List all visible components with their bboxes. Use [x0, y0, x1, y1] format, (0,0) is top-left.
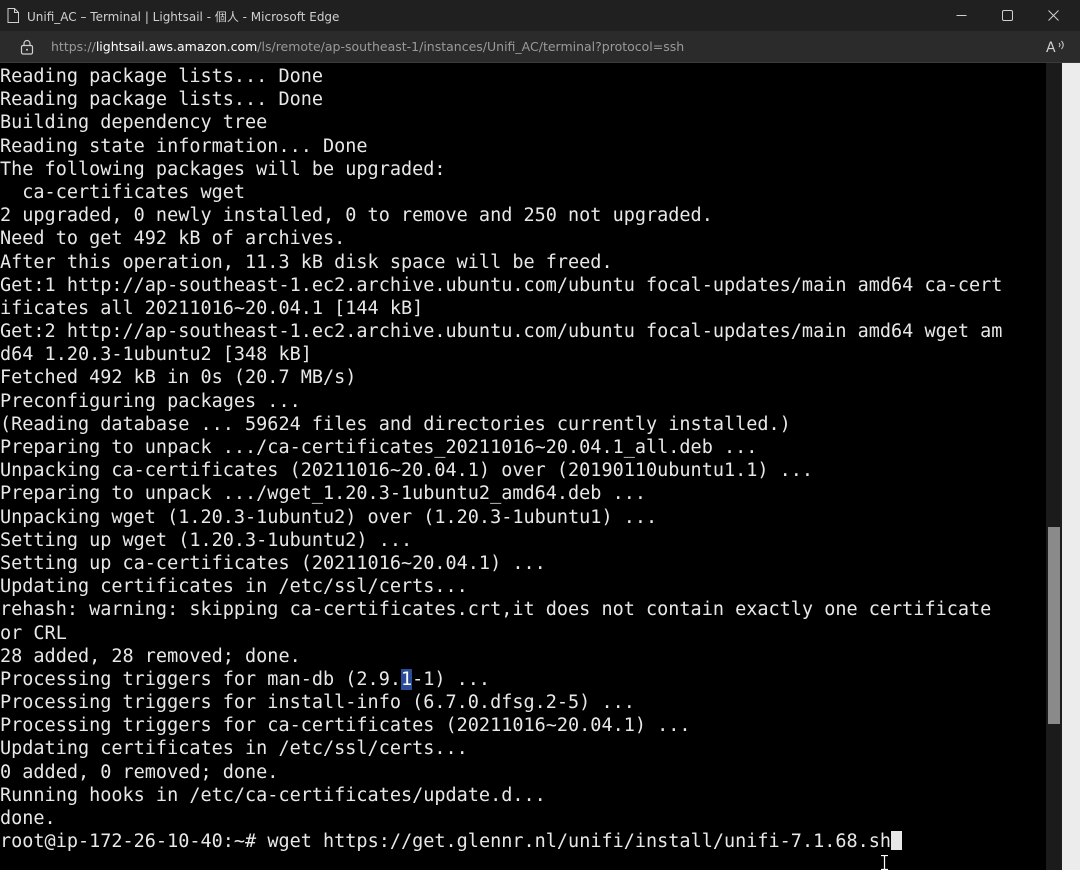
- terminal-line: Building dependency tree: [0, 112, 268, 134]
- terminal-line: Fetched 492 kB in 0s (20.7 MB/s): [0, 367, 357, 389]
- maximize-icon: [1001, 10, 1013, 21]
- terminal-line: After this operation, 11.3 kB disk space…: [0, 251, 613, 273]
- terminal-line: Get:2 http://ap-southeast-1.ec2.archive.…: [0, 321, 1003, 343]
- url-text[interactable]: https://lightsail.aws.amazon.com/ls/remo…: [51, 39, 684, 54]
- terminal-line: 0 added, 0 removed; done.: [0, 761, 279, 783]
- terminal-line: ificates all 20211016~20.04.1 [144 kB]: [0, 297, 424, 319]
- lock-icon[interactable]: [20, 39, 34, 55]
- terminal-line: d64 1.20.3-1ubuntu2 [348 kB]: [0, 344, 312, 366]
- terminal-line: Running hooks in /etc/ca-certificates/up…: [0, 784, 546, 806]
- url-host: lightsail.aws.amazon.com: [95, 39, 258, 54]
- terminal-line: Processing triggers for ca-certificates …: [0, 715, 691, 737]
- window-right-edge: [1062, 63, 1080, 870]
- minimize-button[interactable]: [938, 0, 984, 31]
- terminal-line: Processing triggers for install-info (6.…: [0, 692, 635, 714]
- terminal-viewport[interactable]: Reading package lists... Done Reading pac…: [0, 63, 1046, 870]
- url-path: /ls/remote/ap-southeast-1/instances/Unif…: [257, 39, 685, 54]
- close-button[interactable]: [1030, 0, 1076, 31]
- svg-text:A: A: [1046, 40, 1056, 56]
- terminal-line: Need to get 492 kB of archives.: [0, 228, 346, 250]
- terminal-text: -1) ...: [412, 668, 491, 690]
- terminal-text: Processing triggers for man-db (2.9.: [0, 668, 401, 690]
- terminal-line: 2 upgraded, 0 newly installed, 0 to remo…: [0, 205, 713, 227]
- terminal-line: Unpacking ca-certificates (20211016~20.0…: [0, 460, 814, 482]
- title-bar[interactable]: Unifi_AC – Terminal | Lightsail - 個人 - M…: [0, 0, 1080, 31]
- terminal-line: done.: [0, 808, 56, 829]
- terminal-line: Setting up wget (1.20.3-1ubuntu2) ...: [0, 529, 413, 551]
- terminal-line: Reading package lists... Done: [0, 66, 324, 87]
- terminal-scrollbar[interactable]: [1046, 63, 1062, 870]
- url-scheme: https://: [51, 39, 96, 54]
- terminal-line: 28 added, 28 removed; done.: [0, 645, 301, 667]
- browser-window: Unifi_AC – Terminal | Lightsail - 個人 - M…: [0, 0, 1080, 870]
- close-icon: [1047, 10, 1059, 21]
- ibeam-cursor-icon: [881, 855, 888, 870]
- terminal-output: Reading package lists... Done Reading pac…: [0, 65, 1002, 853]
- terminal-line: rehash: warning: skipping ca-certificate…: [0, 599, 992, 621]
- text-cursor: [891, 831, 903, 851]
- terminal-line: The following packages will be upgraded:: [0, 158, 446, 180]
- scrollbar-thumb[interactable]: [1048, 527, 1060, 724]
- read-aloud-icon[interactable]: A: [1046, 38, 1066, 56]
- terminal-line: Preconfiguring packages ...: [0, 390, 301, 412]
- shell-prompt: root@ip-172-26-10-40:~#: [0, 831, 257, 853]
- minimize-icon: [956, 15, 966, 16]
- terminal-line: or CRL: [0, 622, 67, 644]
- terminal-line: Processing triggers for man-db (2.9.1-1)…: [0, 668, 1002, 691]
- terminal-line: Reading state information... Done: [0, 135, 368, 157]
- terminal-line: Unpacking wget (1.20.3-1ubuntu2) over (1…: [0, 506, 658, 528]
- address-bar[interactable]: https://lightsail.aws.amazon.com/ls/remo…: [0, 31, 1080, 63]
- page-icon: [7, 8, 19, 23]
- terminal-prompt-line[interactable]: root@ip-172-26-10-40:~# wget https://get…: [0, 830, 1002, 853]
- terminal-line: Updating certificates in /etc/ssl/certs.…: [0, 738, 468, 760]
- terminal-line: Setting up ca-certificates (20211016~20.…: [0, 552, 546, 574]
- terminal-line: ca-certificates wget: [0, 181, 246, 203]
- maximize-button[interactable]: [984, 0, 1030, 31]
- terminal-line: (Reading database ... 59624 files and di…: [0, 413, 791, 435]
- terminal-line: Get:1 http://ap-southeast-1.ec2.archive.…: [0, 274, 1003, 296]
- terminal-line: Updating certificates in /etc/ssl/certs.…: [0, 576, 468, 598]
- text-selection: 1: [400, 668, 413, 690]
- terminal-line: Preparing to unpack .../wget_1.20.3-1ubu…: [0, 483, 647, 505]
- terminal-line: Reading package lists... Done: [0, 89, 324, 111]
- command-input[interactable]: wget https://get.glennr.nl/unifi/install…: [256, 831, 891, 852]
- terminal-line: Preparing to unpack .../ca-certificates_…: [0, 437, 758, 458]
- window-title: Unifi_AC – Terminal | Lightsail - 個人 - M…: [27, 10, 340, 24]
